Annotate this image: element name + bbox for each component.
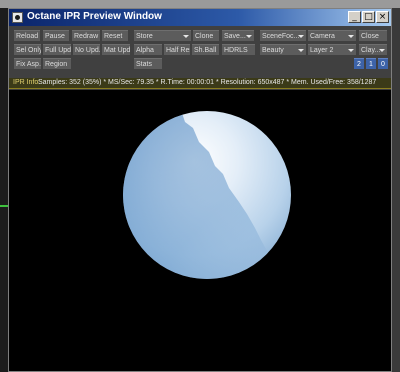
chevron-down-icon xyxy=(298,49,304,52)
render-pass-label: Beauty xyxy=(262,47,284,54)
camera-dropdown-label: Camera xyxy=(310,33,335,40)
desktop-background-left xyxy=(0,8,8,372)
mat-update-button[interactable]: Mat Upd. xyxy=(102,44,130,55)
gpu-2-toggle[interactable]: 2 xyxy=(354,58,364,69)
clone-button[interactable]: Clone xyxy=(193,30,219,41)
chevron-down-icon xyxy=(379,49,385,52)
pause-button[interactable]: Pause xyxy=(43,30,69,41)
sel-only-button[interactable]: Sel Only xyxy=(14,44,41,55)
ipr-info-bar: IPR Info: Samples: 352 (35%) * MS/Sec: 7… xyxy=(9,78,391,89)
minimize-button[interactable]: _ xyxy=(348,11,361,23)
scene-focus-dropdown[interactable]: SceneFoc... xyxy=(260,30,306,41)
layer-dropdown-label: Layer 2 xyxy=(310,47,334,54)
alpha-button[interactable]: Alpha xyxy=(134,44,162,55)
render-pass-dropdown[interactable]: Beauty xyxy=(260,44,306,55)
chevron-down-icon xyxy=(298,35,304,38)
chevron-down-icon xyxy=(246,35,252,38)
toolbar: Reload Pause Redraw Reset Store Clone Sa… xyxy=(9,26,391,78)
render-viewport[interactable] xyxy=(9,90,391,371)
title-bar[interactable]: Octane IPR Preview Window _ □ × xyxy=(9,9,391,26)
desktop-background xyxy=(0,0,400,8)
clay-dropdown-label: Clay... xyxy=(361,47,381,54)
chevron-down-icon xyxy=(348,49,354,52)
close-button[interactable]: Close xyxy=(359,30,387,41)
gpu-1-toggle[interactable]: 1 xyxy=(366,58,376,69)
full-update-button[interactable]: Full Upd. xyxy=(43,44,71,55)
chevron-down-icon xyxy=(348,35,354,38)
clay-dropdown[interactable]: Clay... xyxy=(359,44,387,55)
ipr-info-label: IPR Info: xyxy=(13,79,41,86)
region-button[interactable]: Region xyxy=(43,58,71,69)
stats-button[interactable]: Stats xyxy=(134,58,162,69)
store-dropdown-label: Store xyxy=(136,33,153,40)
save-dropdown-label: Save... xyxy=(224,33,246,40)
save-dropdown[interactable]: Save... xyxy=(222,30,254,41)
half-res-button[interactable]: Half Res xyxy=(164,44,190,55)
layer-dropdown[interactable]: Layer 2 xyxy=(308,44,356,55)
ipr-preview-window: Octane IPR Preview Window _ □ × Reload P… xyxy=(8,8,392,372)
store-dropdown[interactable]: Store xyxy=(134,30,191,41)
maximize-button[interactable]: □ xyxy=(362,11,375,23)
render-output xyxy=(123,111,291,279)
chevron-down-icon xyxy=(183,35,189,38)
gpu-0-toggle[interactable]: 0 xyxy=(378,58,388,69)
reset-button[interactable]: Reset xyxy=(102,30,128,41)
hdrls-button[interactable]: HDRLS xyxy=(222,44,255,55)
scene-focus-label: SceneFoc... xyxy=(262,33,300,40)
camera-dropdown[interactable]: Camera xyxy=(308,30,356,41)
octane-app-icon xyxy=(12,12,23,23)
shader-ball-button[interactable]: Sh.Ball xyxy=(192,44,219,55)
no-update-button[interactable]: No Upd. xyxy=(73,44,100,55)
fix-aspect-button[interactable]: Fix Asp. xyxy=(14,58,41,69)
window-title: Octane IPR Preview Window xyxy=(27,11,162,22)
reload-button[interactable]: Reload xyxy=(14,30,40,41)
ipr-info-stats: Samples: 352 (35%) * MS/Sec: 79.35 * R.T… xyxy=(38,79,377,86)
redraw-button[interactable]: Redraw xyxy=(72,30,100,41)
close-window-button[interactable]: × xyxy=(376,11,389,23)
desktop-background-right xyxy=(392,8,400,372)
